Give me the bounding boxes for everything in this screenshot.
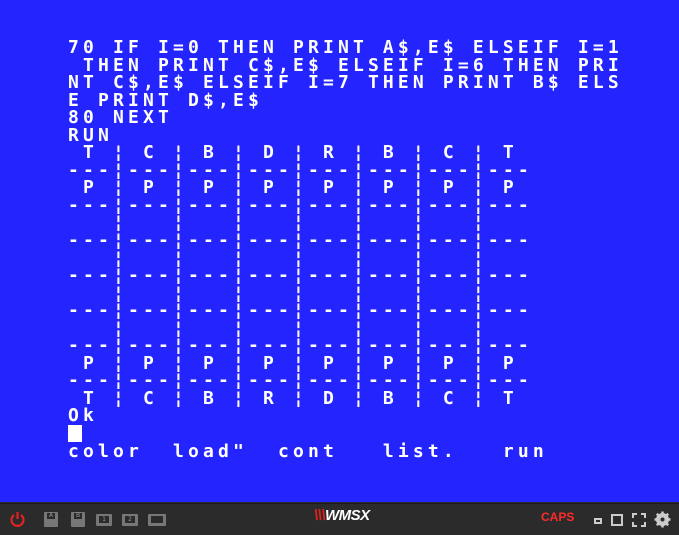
disk-b-icon[interactable]: B (71, 512, 85, 527)
fullscreen-icon[interactable] (632, 513, 646, 527)
cartridge-2-icon[interactable]: 2 (122, 514, 138, 526)
screen-line: 80 NEXT (68, 107, 173, 129)
large-screen-icon[interactable] (611, 514, 623, 526)
function-key-labels: color load" cont list. run (68, 440, 548, 462)
screen-line: NT C$,E$ ELSEIF I=7 THEN PRINT B$ ELS (68, 72, 623, 94)
settings-gear-icon[interactable] (654, 511, 671, 528)
power-icon[interactable] (9, 511, 26, 528)
cartridge-1-icon[interactable]: 1 (96, 514, 112, 526)
text-cursor (68, 425, 82, 443)
cursor-line (68, 425, 623, 443)
tape-icon[interactable] (148, 514, 166, 526)
caps-lock-indicator: CAPS (541, 510, 575, 524)
screen-line: T ¦ C ¦ B ¦ R ¦ D ¦ B ¦ C ¦ T (68, 387, 518, 409)
ok-prompt: Ok (68, 405, 98, 427)
disk-a-icon[interactable]: A (44, 512, 58, 527)
small-screen-icon[interactable] (594, 518, 602, 524)
screen-line: ---¦---¦---¦---¦---¦---¦---¦--- (68, 230, 533, 252)
basic-text-output: 70 IF I=0 THEN PRINT A$,E$ ELSEIF I=1 TH… (68, 39, 623, 460)
screen-line: 70 IF I=0 THEN PRINT A$,E$ ELSEIF I=1 (68, 37, 623, 58)
wmsx-logo: \\\WMSX (314, 507, 370, 524)
msx-screen[interactable]: 70 IF I=0 THEN PRINT A$,E$ ELSEIF I=1 TH… (0, 0, 679, 502)
